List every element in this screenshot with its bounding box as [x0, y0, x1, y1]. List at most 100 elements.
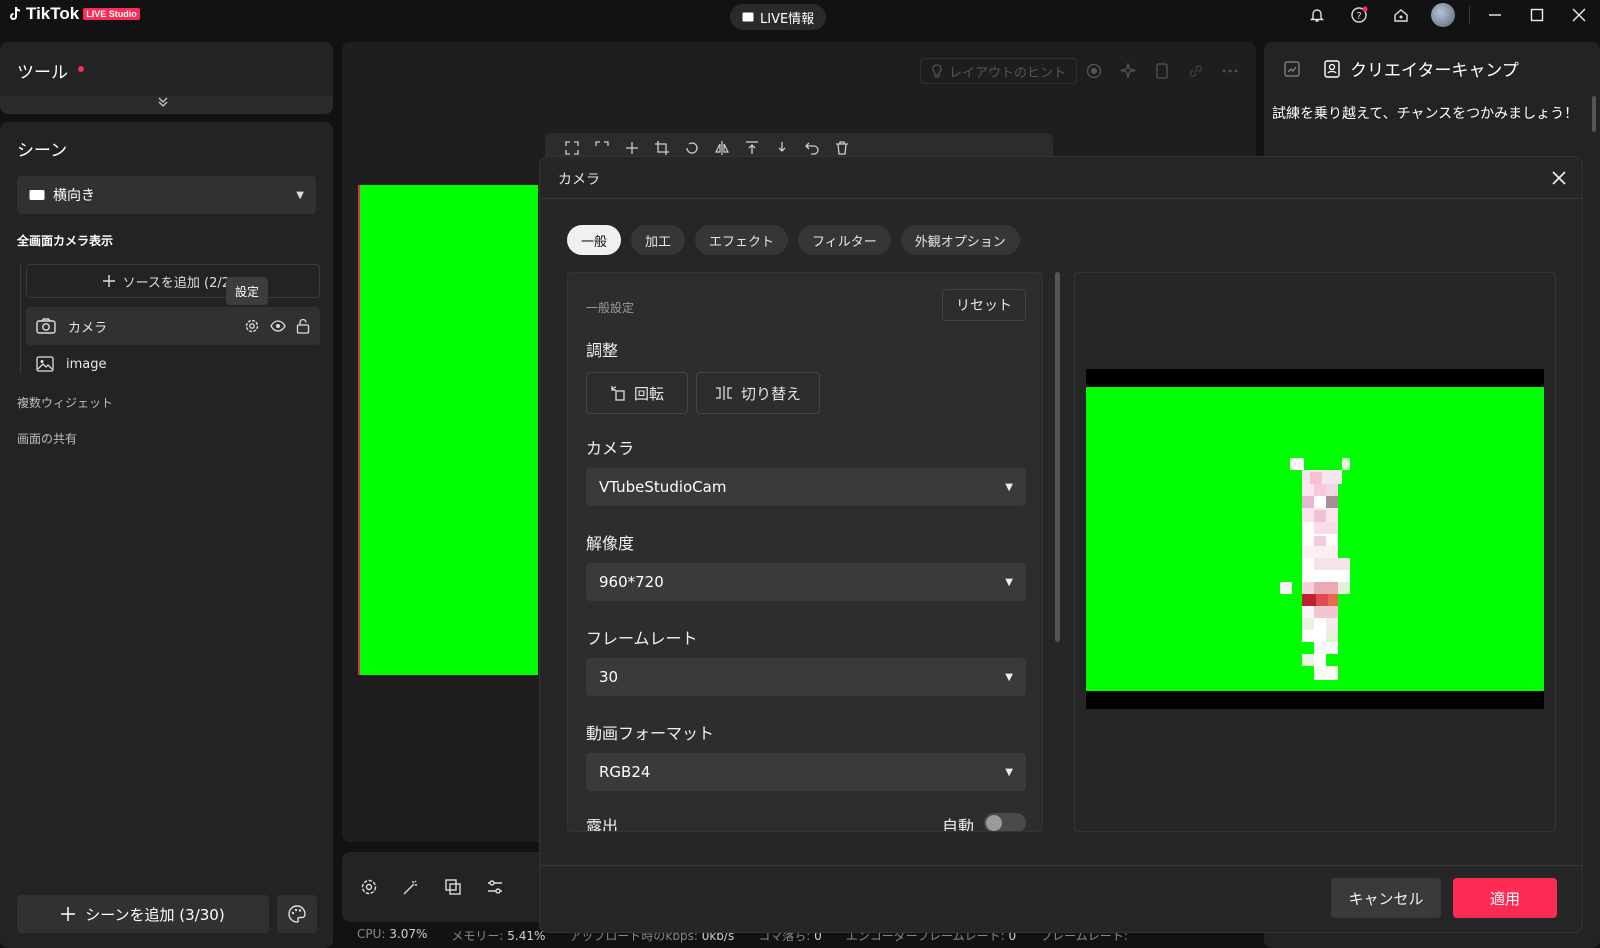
stage-preview-canvas[interactable]: [358, 185, 538, 675]
adjust-label: 調整: [586, 341, 619, 360]
scene-dropdown[interactable]: 横向き ▼: [17, 176, 316, 214]
minimize-icon[interactable]: [1474, 0, 1516, 30]
layout-hint-button[interactable]: レイアウトのヒント: [920, 58, 1078, 84]
dialog-title: カメラ: [558, 172, 600, 188]
tab-general[interactable]: 一般: [567, 225, 622, 255]
camera-select-value: VTubeStudioCam: [599, 478, 727, 496]
expand-icon[interactable]: [595, 141, 609, 155]
cancel-button[interactable]: キャンセル: [1331, 878, 1441, 918]
caret-down-icon: ▼: [296, 189, 304, 201]
caret-down-icon: ▼: [1005, 481, 1013, 493]
undo-icon[interactable]: [805, 141, 819, 155]
caret-down-icon: ▼: [1005, 766, 1013, 778]
format-label: 動画フォーマット: [586, 724, 715, 743]
vtuber-avatar-preview: [1280, 458, 1350, 680]
tab-effects[interactable]: エフェクト: [695, 225, 789, 255]
close-icon[interactable]: [1548, 167, 1570, 189]
settings-tooltip: 設定: [226, 277, 268, 305]
scene-group-label: 全画面カメラ表示: [17, 234, 114, 248]
unlock-icon[interactable]: [296, 318, 310, 334]
record-icon[interactable]: [1084, 58, 1104, 84]
maximize-icon[interactable]: [1516, 0, 1558, 30]
source-item-image[interactable]: image: [26, 345, 320, 383]
framerate-select[interactable]: 30 ▼: [586, 658, 1026, 696]
help-icon[interactable]: ?: [1338, 0, 1380, 30]
magic-wand-icon[interactable]: [402, 878, 420, 896]
camera-select[interactable]: VTubeStudioCam ▼: [586, 468, 1026, 506]
chevron-double-down-icon[interactable]: [158, 96, 168, 108]
eye-icon[interactable]: [270, 318, 286, 334]
exposure-auto-toggle[interactable]: [984, 813, 1026, 831]
right-scrollbar[interactable]: [1592, 96, 1596, 132]
palette-icon: [288, 905, 306, 923]
rotate-icon[interactable]: [685, 141, 699, 155]
close-window-icon[interactable]: [1558, 0, 1600, 30]
flip-button[interactable]: 切り替え: [696, 372, 820, 414]
home-icon[interactable]: [1380, 0, 1422, 30]
monitor-icon: [742, 12, 754, 22]
flip-label: 切り替え: [740, 384, 801, 403]
brand-name: TikTok: [26, 4, 80, 23]
more-icon[interactable]: [1220, 58, 1240, 84]
dialog-header: [540, 157, 1582, 199]
exposure-auto-label: 自動: [942, 817, 975, 832]
live-info-label: LIVE情報: [760, 11, 815, 27]
flip-icon[interactable]: [715, 141, 729, 155]
scene-title: シーン: [17, 141, 68, 161]
svg-text:?: ?: [1356, 11, 1361, 22]
tab-filters[interactable]: フィルター: [798, 225, 891, 255]
sliders-icon[interactable]: [486, 878, 504, 896]
user-avatar[interactable]: [1422, 0, 1464, 30]
format-select[interactable]: RGB24 ▼: [586, 753, 1026, 791]
resolution-select-value: 960*720: [599, 573, 664, 591]
chart-icon[interactable]: [1284, 60, 1300, 77]
bell-icon[interactable]: [1296, 0, 1338, 30]
phone-icon[interactable]: [1152, 58, 1172, 84]
tab-processing[interactable]: 加工: [631, 225, 686, 255]
brand-logo: TikTok LIVE Studio: [8, 4, 140, 24]
sparkle-icon[interactable]: [1118, 58, 1138, 84]
link-icon[interactable]: [1186, 58, 1206, 84]
layout-hint-label: レイアウトのヒント: [949, 65, 1067, 81]
stage-toolbar: [1084, 58, 1240, 84]
source-item-label: カメラ: [68, 320, 108, 336]
move-icon[interactable]: [625, 141, 639, 155]
settings-icon[interactable]: [360, 878, 378, 896]
rotate-button[interactable]: 回転: [586, 372, 688, 414]
live-info-button[interactable]: LIVE情報: [730, 4, 827, 30]
crop-icon[interactable]: [655, 141, 669, 155]
tools-title: ツール: [17, 63, 68, 83]
tiktok-note-icon: [8, 6, 22, 22]
creator-camp-header[interactable]: クリエイターキャンプ: [1284, 56, 1519, 81]
dialog-tabs: 一般 加工 エフェクト フィルター 外観オプション: [567, 225, 1020, 255]
resolution-select[interactable]: 960*720 ▼: [586, 563, 1026, 601]
rotate-label: 回転: [633, 384, 664, 403]
fit-icon[interactable]: [565, 141, 579, 155]
add-scene-button[interactable]: シーンを追加 (3/30): [17, 895, 269, 933]
brand-badge: LIVE Studio: [83, 8, 140, 20]
screen-share-item[interactable]: 画面の共有: [17, 430, 77, 447]
reset-button[interactable]: リセット: [942, 289, 1026, 321]
gear-icon[interactable]: [244, 318, 260, 334]
status-memory: メモリー: 5.41%: [451, 929, 546, 943]
landscape-icon: [29, 189, 45, 201]
settings-scrollbar[interactable]: [1055, 272, 1060, 642]
image-icon: [36, 356, 54, 372]
tab-appearance[interactable]: 外観オプション: [900, 225, 1020, 255]
multi-widget-item[interactable]: 複数ウィジェット: [17, 394, 113, 411]
add-source-button[interactable]: ソースを追加 (2/20): [26, 264, 320, 298]
source-item-camera[interactable]: カメラ: [26, 307, 320, 345]
stage-bottom-bar: [342, 852, 552, 922]
format-select-value: RGB24: [599, 763, 651, 781]
apply-button[interactable]: 適用: [1453, 878, 1557, 918]
status-cpu: CPU: 3.07%: [357, 927, 428, 941]
palette-button[interactable]: [277, 895, 317, 933]
add-scene-label: シーンを追加 (3/30): [85, 905, 225, 924]
align-top-icon[interactable]: [745, 141, 759, 155]
creator-camp-message: 試練を乗り越えて、チャンスをつかみましょう！: [1272, 106, 1579, 122]
notification-dot: [78, 66, 84, 72]
camera-icon: [36, 318, 56, 334]
align-bottom-icon[interactable]: [775, 141, 789, 155]
layers-icon[interactable]: [444, 878, 462, 896]
trash-icon[interactable]: [835, 141, 849, 155]
